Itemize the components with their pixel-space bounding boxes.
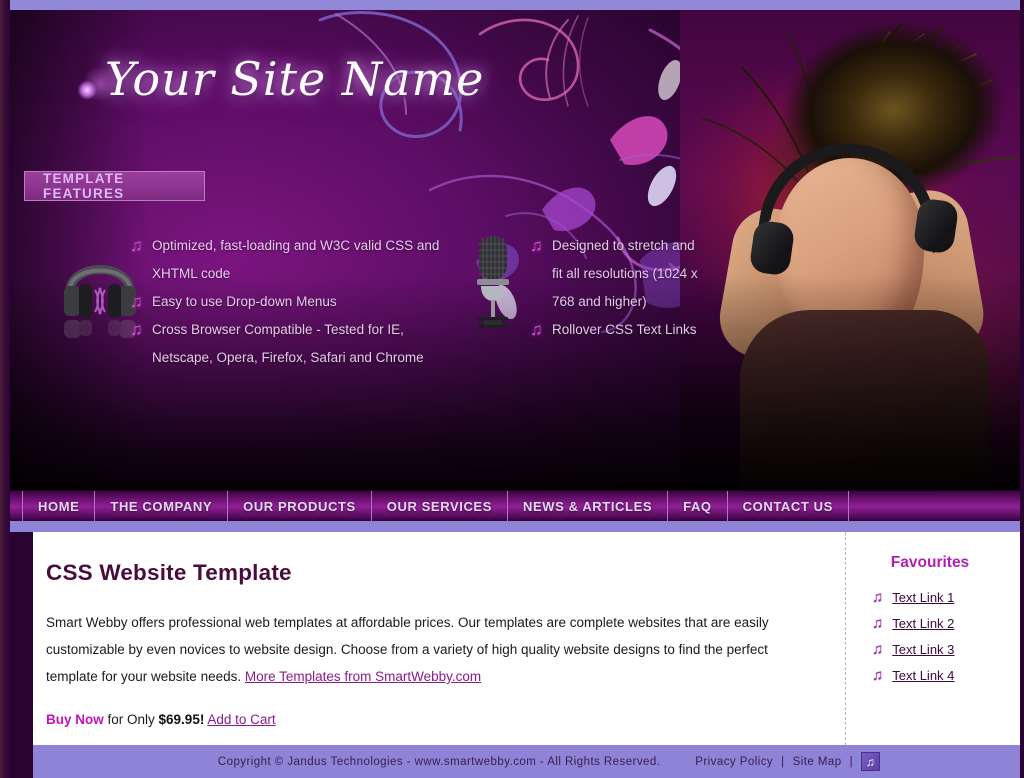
list-item[interactable]: ♫ Text Link 1 [846, 584, 1020, 610]
feature-text: Rollover CSS Text Links [552, 322, 697, 337]
nav-item-home[interactable]: HOME [22, 491, 96, 521]
music-note-icon: ♫ [872, 640, 884, 658]
footer-links: Privacy Policy | Site Map | ♫ [695, 752, 1020, 771]
page-top-strip [10, 0, 1020, 10]
nav-item-the-company[interactable]: THE COMPANY [95, 491, 229, 521]
music-note-bullet-icon: ♫ [530, 320, 543, 339]
more-templates-link[interactable]: More Templates from SmartWebby.com [245, 669, 481, 684]
main-navigation: HOME THE COMPANY OUR PRODUCTS OUR SERVIC… [10, 490, 1020, 521]
nav-filler [849, 491, 1020, 521]
music-note-bullet-icon: ♫ [530, 236, 543, 255]
feature-item: ♫ Rollover CSS Text Links [530, 316, 702, 344]
page-left-border [0, 0, 10, 778]
features-list-two: ♫ Designed to stretch and fit all resolu… [530, 232, 702, 344]
nav-under-bar [10, 521, 1020, 532]
music-note-icon: ♫ [872, 666, 884, 684]
music-note-bullet-icon: ♫ [130, 320, 143, 339]
feature-text: Easy to use Drop-down Menus [152, 294, 337, 309]
headphones-icon [64, 265, 136, 338]
microphone-icon [477, 236, 509, 328]
footer-separator: | [781, 755, 785, 768]
features-column-one: ♫ Optimized, fast-loading and W3C valid … [30, 232, 450, 372]
page-title: CSS Website Template [46, 560, 292, 585]
footer-copyright: Copyright © Jandus Technologies - www.sm… [217, 755, 661, 768]
main-content-area: CSS Website Template Smart Webby offers … [33, 532, 1020, 745]
feature-text: Designed to stretch and fit all resoluti… [552, 238, 698, 309]
header-photo-girl-with-headphones [680, 10, 1020, 490]
nav-item-news-articles[interactable]: NEWS & ARTICLES [508, 491, 669, 521]
buy-now-label[interactable]: Buy Now [46, 712, 104, 727]
add-to-cart-link[interactable]: Add to Cart [207, 712, 275, 727]
nav-item-our-services[interactable]: OUR SERVICES [372, 491, 508, 521]
feature-item: ♫ Designed to stretch and fit all resolu… [530, 232, 702, 316]
page-root: Your Site Name TEMPLATE FEATURES ♫ Optim… [0, 0, 1024, 778]
privacy-policy-link[interactable]: Privacy Policy [695, 756, 773, 768]
feature-item: ♫ Optimized, fast-loading and W3C valid … [130, 232, 450, 288]
list-item[interactable]: ♫ Text Link 4 [846, 662, 1020, 688]
nav-item-our-products[interactable]: OUR PRODUCTS [228, 491, 372, 521]
shirt [740, 310, 990, 490]
favourite-link-1[interactable]: Text Link 1 [892, 590, 954, 605]
music-note-icon: ♫ [872, 614, 884, 632]
list-item[interactable]: ♫ Text Link 3 [846, 636, 1020, 662]
favourite-link-3[interactable]: Text Link 3 [892, 642, 954, 657]
site-name-logo[interactable]: Your Site Name [105, 52, 484, 106]
feature-text: Cross Browser Compatible - Tested for IE… [152, 322, 424, 365]
template-features-label: TEMPLATE FEATURES [43, 171, 125, 201]
feature-item: ♫ Cross Browser Compatible - Tested for … [130, 316, 450, 372]
nav-item-faq[interactable]: FAQ [668, 491, 728, 521]
price-label: $69.95! [158, 712, 205, 727]
music-note-icon: ♫ [872, 588, 884, 606]
music-note-bullet-icon: ♫ [130, 236, 143, 255]
favourite-link-4[interactable]: Text Link 4 [892, 668, 954, 683]
features-column-two: ♫ Designed to stretch and fit all resolu… [462, 232, 702, 344]
page-right-border [1020, 0, 1024, 778]
list-item[interactable]: ♫ Text Link 2 [846, 610, 1020, 636]
feature-text: Optimized, fast-loading and W3C valid CS… [152, 238, 440, 281]
feature-item: ♫ Easy to use Drop-down Menus [130, 288, 450, 316]
content-primary-column: CSS Website Template Smart Webby offers … [33, 532, 845, 745]
site-map-link[interactable]: Site Map [793, 756, 842, 768]
music-badge-icon[interactable]: ♫ [861, 752, 880, 771]
favourites-title: Favourites [890, 554, 970, 571]
buy-middle-text: for Only [103, 712, 159, 727]
intro-paragraph: Smart Webby offers professional web temp… [46, 609, 815, 690]
nav-item-contact-us[interactable]: CONTACT US [728, 491, 849, 521]
template-features-banner: TEMPLATE FEATURES [24, 171, 205, 201]
site-footer: Copyright © Jandus Technologies - www.sm… [33, 745, 1020, 778]
features-list-one: ♫ Optimized, fast-loading and W3C valid … [130, 232, 450, 372]
favourites-sidebar: Favourites ♫ Text Link 1 ♫ Text Link 2 ♫… [845, 532, 1020, 745]
favourite-link-2[interactable]: Text Link 2 [892, 616, 954, 631]
buy-line: Buy Now for Only $69.95! Add to Cart [46, 712, 815, 727]
footer-separator-two: | [849, 755, 853, 768]
music-note-bullet-icon: ♫ [130, 292, 143, 311]
site-header-banner: Your Site Name TEMPLATE FEATURES ♫ Optim… [10, 10, 1020, 490]
